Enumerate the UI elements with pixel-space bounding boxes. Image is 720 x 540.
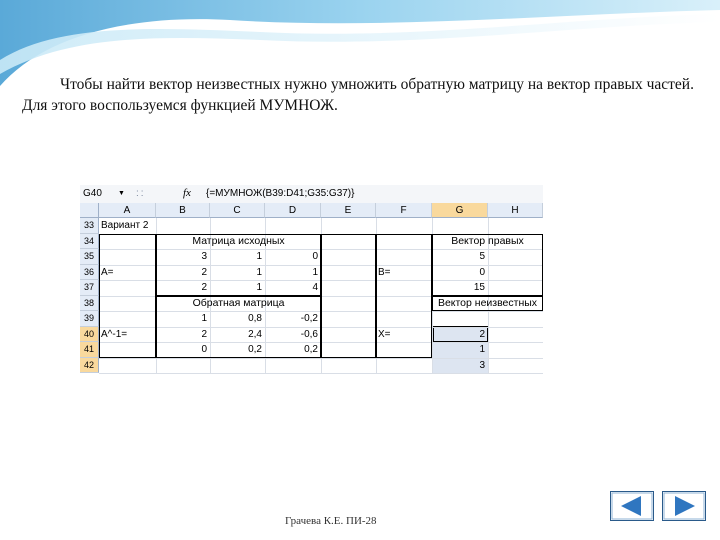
cell-g37[interactable]: 15 [432,280,485,296]
row-header-40[interactable]: 40 [80,326,99,342]
column-header-f[interactable]: F [376,203,432,218]
row-header-33[interactable]: 33 [80,218,99,234]
formula-text[interactable]: {=МУМНОЖ(B39:D41;G35:G37)} [206,187,354,200]
cell-b41[interactable]: 0 [156,342,207,358]
column-header-a[interactable]: A [99,203,156,218]
cell-c36[interactable]: 1 [210,265,262,281]
row-header-42[interactable]: 42 [80,357,99,373]
cell-g41[interactable]: 1 [432,342,485,358]
fx-icon[interactable]: fx [183,187,191,200]
cell-f40[interactable]: X= [378,327,391,343]
intro-text: Чтобы найти вектор неизвестных нужно умн… [22,76,694,114]
row-header-35[interactable]: 35 [80,249,99,265]
row-header-36[interactable]: 36 [80,264,99,280]
arrow-left-icon [611,492,653,520]
cell-g35[interactable]: 5 [432,249,485,265]
cell-c37[interactable]: 1 [210,280,262,296]
cell-b39[interactable]: 1 [156,311,207,327]
footer-author: Грачева К.Е. ПИ-28 [285,515,377,527]
row-header-34[interactable]: 34 [80,233,99,249]
cell-d39[interactable]: -0,2 [265,311,318,327]
cell-b35[interactable]: 3 [156,249,207,265]
row-header-41[interactable]: 41 [80,342,99,358]
cell-c39[interactable]: 0,8 [210,311,262,327]
cell-g40[interactable]: 2 [432,327,485,343]
column-header-c[interactable]: C [210,203,265,218]
right-vector-header[interactable]: Вектор правых [432,234,543,249]
spreadsheet-screenshot: G40 ▼ :: fx {=МУМНОЖ(B39:D41;G35:G37)} A… [80,185,543,374]
unknown-vector-header[interactable]: Вектор неизвестных [432,296,543,311]
name-box-dropdown-icon[interactable]: ▼ [118,188,125,199]
cell-b40[interactable]: 2 [156,327,207,343]
formula-bar: G40 ▼ :: fx {=МУМНОЖ(B39:D41;G35:G37)} [80,185,543,204]
cell-b37[interactable]: 2 [156,280,207,296]
cell-grid[interactable]: Вариант 2 Матрица исходных Вектор правых… [99,218,543,374]
cell-a36[interactable]: A= [101,265,114,281]
column-header-h[interactable]: H [488,203,543,218]
row-header-39[interactable]: 39 [80,311,99,327]
column-header-e[interactable]: E [321,203,376,218]
grid-line [99,373,543,374]
cell-c40[interactable]: 2,4 [210,327,262,343]
cell-a40[interactable]: A^-1= [101,327,127,343]
cell-d36[interactable]: 1 [265,265,318,281]
matrix-header[interactable]: Матрица исходных [156,234,321,249]
border-block-e [321,233,376,358]
cell-d41[interactable]: 0,2 [265,342,318,358]
inverse-matrix-header[interactable]: Обратная матрица [156,296,321,311]
arrow-right-icon [663,492,705,520]
cell-f36[interactable]: B= [378,265,391,281]
column-header-d[interactable]: D [265,203,321,218]
cell-d40[interactable]: -0,6 [265,327,318,343]
cell-d37[interactable]: 4 [265,280,318,296]
cell-b36[interactable]: 2 [156,265,207,281]
formula-bar-separator: :: [136,188,146,199]
cell-d35[interactable]: 0 [265,249,318,265]
cell-c35[interactable]: 1 [210,249,262,265]
select-all-corner[interactable] [80,203,99,218]
cell-c41[interactable]: 0,2 [210,342,262,358]
cell-g42[interactable]: 3 [432,358,485,374]
row-header-37[interactable]: 37 [80,280,99,296]
row-header-38[interactable]: 38 [80,295,99,311]
cell-a33[interactable]: Вариант 2 [101,218,148,234]
column-header-g[interactable]: G [432,203,488,218]
next-slide-button[interactable] [662,491,706,521]
prev-slide-button[interactable] [610,491,654,521]
column-header-b[interactable]: B [156,203,210,218]
cell-g36[interactable]: 0 [432,265,485,281]
